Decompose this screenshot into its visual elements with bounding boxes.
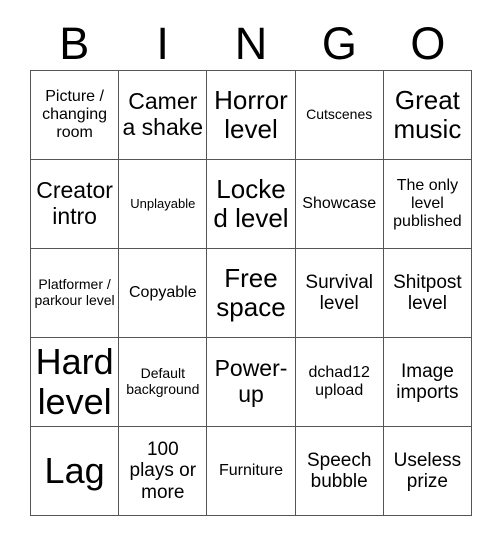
bingo-cell-label: Furniture <box>218 462 283 480</box>
bingo-cell-label: Lag <box>44 449 105 491</box>
bingo-cell-label: dchad12 upload <box>308 364 370 399</box>
bingo-cell[interactable]: Camera shake <box>119 71 208 160</box>
bingo-cell[interactable]: Shitpost level <box>383 249 472 338</box>
bingo-cell[interactable]: Great music <box>383 71 472 160</box>
bingo-cell-label: Showcase <box>302 195 377 213</box>
header-letter-g: G <box>321 17 357 69</box>
bingo-cell-label: Picture / changing room <box>42 88 108 141</box>
bingo-cell-label: Shitpost level <box>393 271 462 314</box>
bingo-cell[interactable]: Showcase <box>295 160 384 249</box>
header-letter-n: N <box>234 17 268 69</box>
bingo-cell-label: Creator intro <box>36 177 113 229</box>
bingo-cell-label: Hard level <box>35 340 114 422</box>
header-letter-i: I <box>156 17 169 69</box>
bingo-cell-label: Survival level <box>305 271 373 314</box>
bingo-grid: Picture / changing room Camera shake Hor… <box>30 70 472 516</box>
bingo-cell-label: The only level published <box>393 177 462 230</box>
bingo-cell[interactable]: Locked level <box>207 160 296 249</box>
bingo-header: B I N G O <box>30 16 472 70</box>
bingo-cell-label: Cutscenes <box>306 106 373 123</box>
bingo-cell[interactable]: Horror level <box>207 71 296 160</box>
bingo-cell-label: Locked level <box>213 173 289 233</box>
bingo-cell-label: Unplayable <box>130 195 196 211</box>
bingo-cell-label: Platformer / parkour level <box>34 276 115 308</box>
bingo-cell-label: Camera shake <box>122 88 204 140</box>
bingo-cell[interactable]: Platformer / parkour level <box>31 249 120 338</box>
bingo-cell-label: Speech bubble <box>306 449 372 492</box>
bingo-cell[interactable]: Default background <box>119 338 208 427</box>
bingo-cell[interactable]: Survival level <box>295 249 384 338</box>
bingo-cell-free-space[interactable]: Free space <box>207 249 296 338</box>
bingo-cell[interactable]: Cutscenes <box>295 71 384 160</box>
bingo-cell[interactable]: dchad12 upload <box>295 338 384 427</box>
bingo-card: B I N G O Picture / changing room Camera… <box>0 0 500 544</box>
bingo-cell-label: Great music <box>393 84 462 144</box>
bingo-cell[interactable]: Furniture <box>207 427 296 516</box>
bingo-cell-label: Default background <box>126 365 200 397</box>
bingo-cell-label: 100 plays or more <box>129 439 197 503</box>
bingo-cell[interactable]: Creator intro <box>31 160 120 249</box>
bingo-cell-label: Image imports <box>396 360 459 403</box>
bingo-cell[interactable]: Image imports <box>383 338 472 427</box>
header-letter-o: O <box>410 17 446 69</box>
bingo-cell[interactable]: The only level published <box>383 160 472 249</box>
bingo-cell-label: Horror level <box>214 84 288 144</box>
bingo-cell[interactable]: Copyable <box>119 249 208 338</box>
bingo-cell[interactable]: Picture / changing room <box>31 71 120 160</box>
bingo-cell-label: Power-up <box>214 355 288 407</box>
bingo-cell[interactable]: Speech bubble <box>295 427 384 516</box>
bingo-cell-label: Free space <box>216 262 286 322</box>
bingo-cell[interactable]: 100 plays or more <box>119 427 208 516</box>
bingo-cell[interactable]: Unplayable <box>119 160 208 249</box>
bingo-cell-label: Copyable <box>128 284 197 302</box>
bingo-cell[interactable]: Hard level <box>31 338 120 427</box>
bingo-cell[interactable]: Useless prize <box>383 427 472 516</box>
header-letter-b: B <box>59 17 90 69</box>
bingo-cell[interactable]: Lag <box>31 427 120 516</box>
bingo-cell-label: Useless prize <box>393 449 462 492</box>
bingo-cell[interactable]: Power-up <box>207 338 296 427</box>
